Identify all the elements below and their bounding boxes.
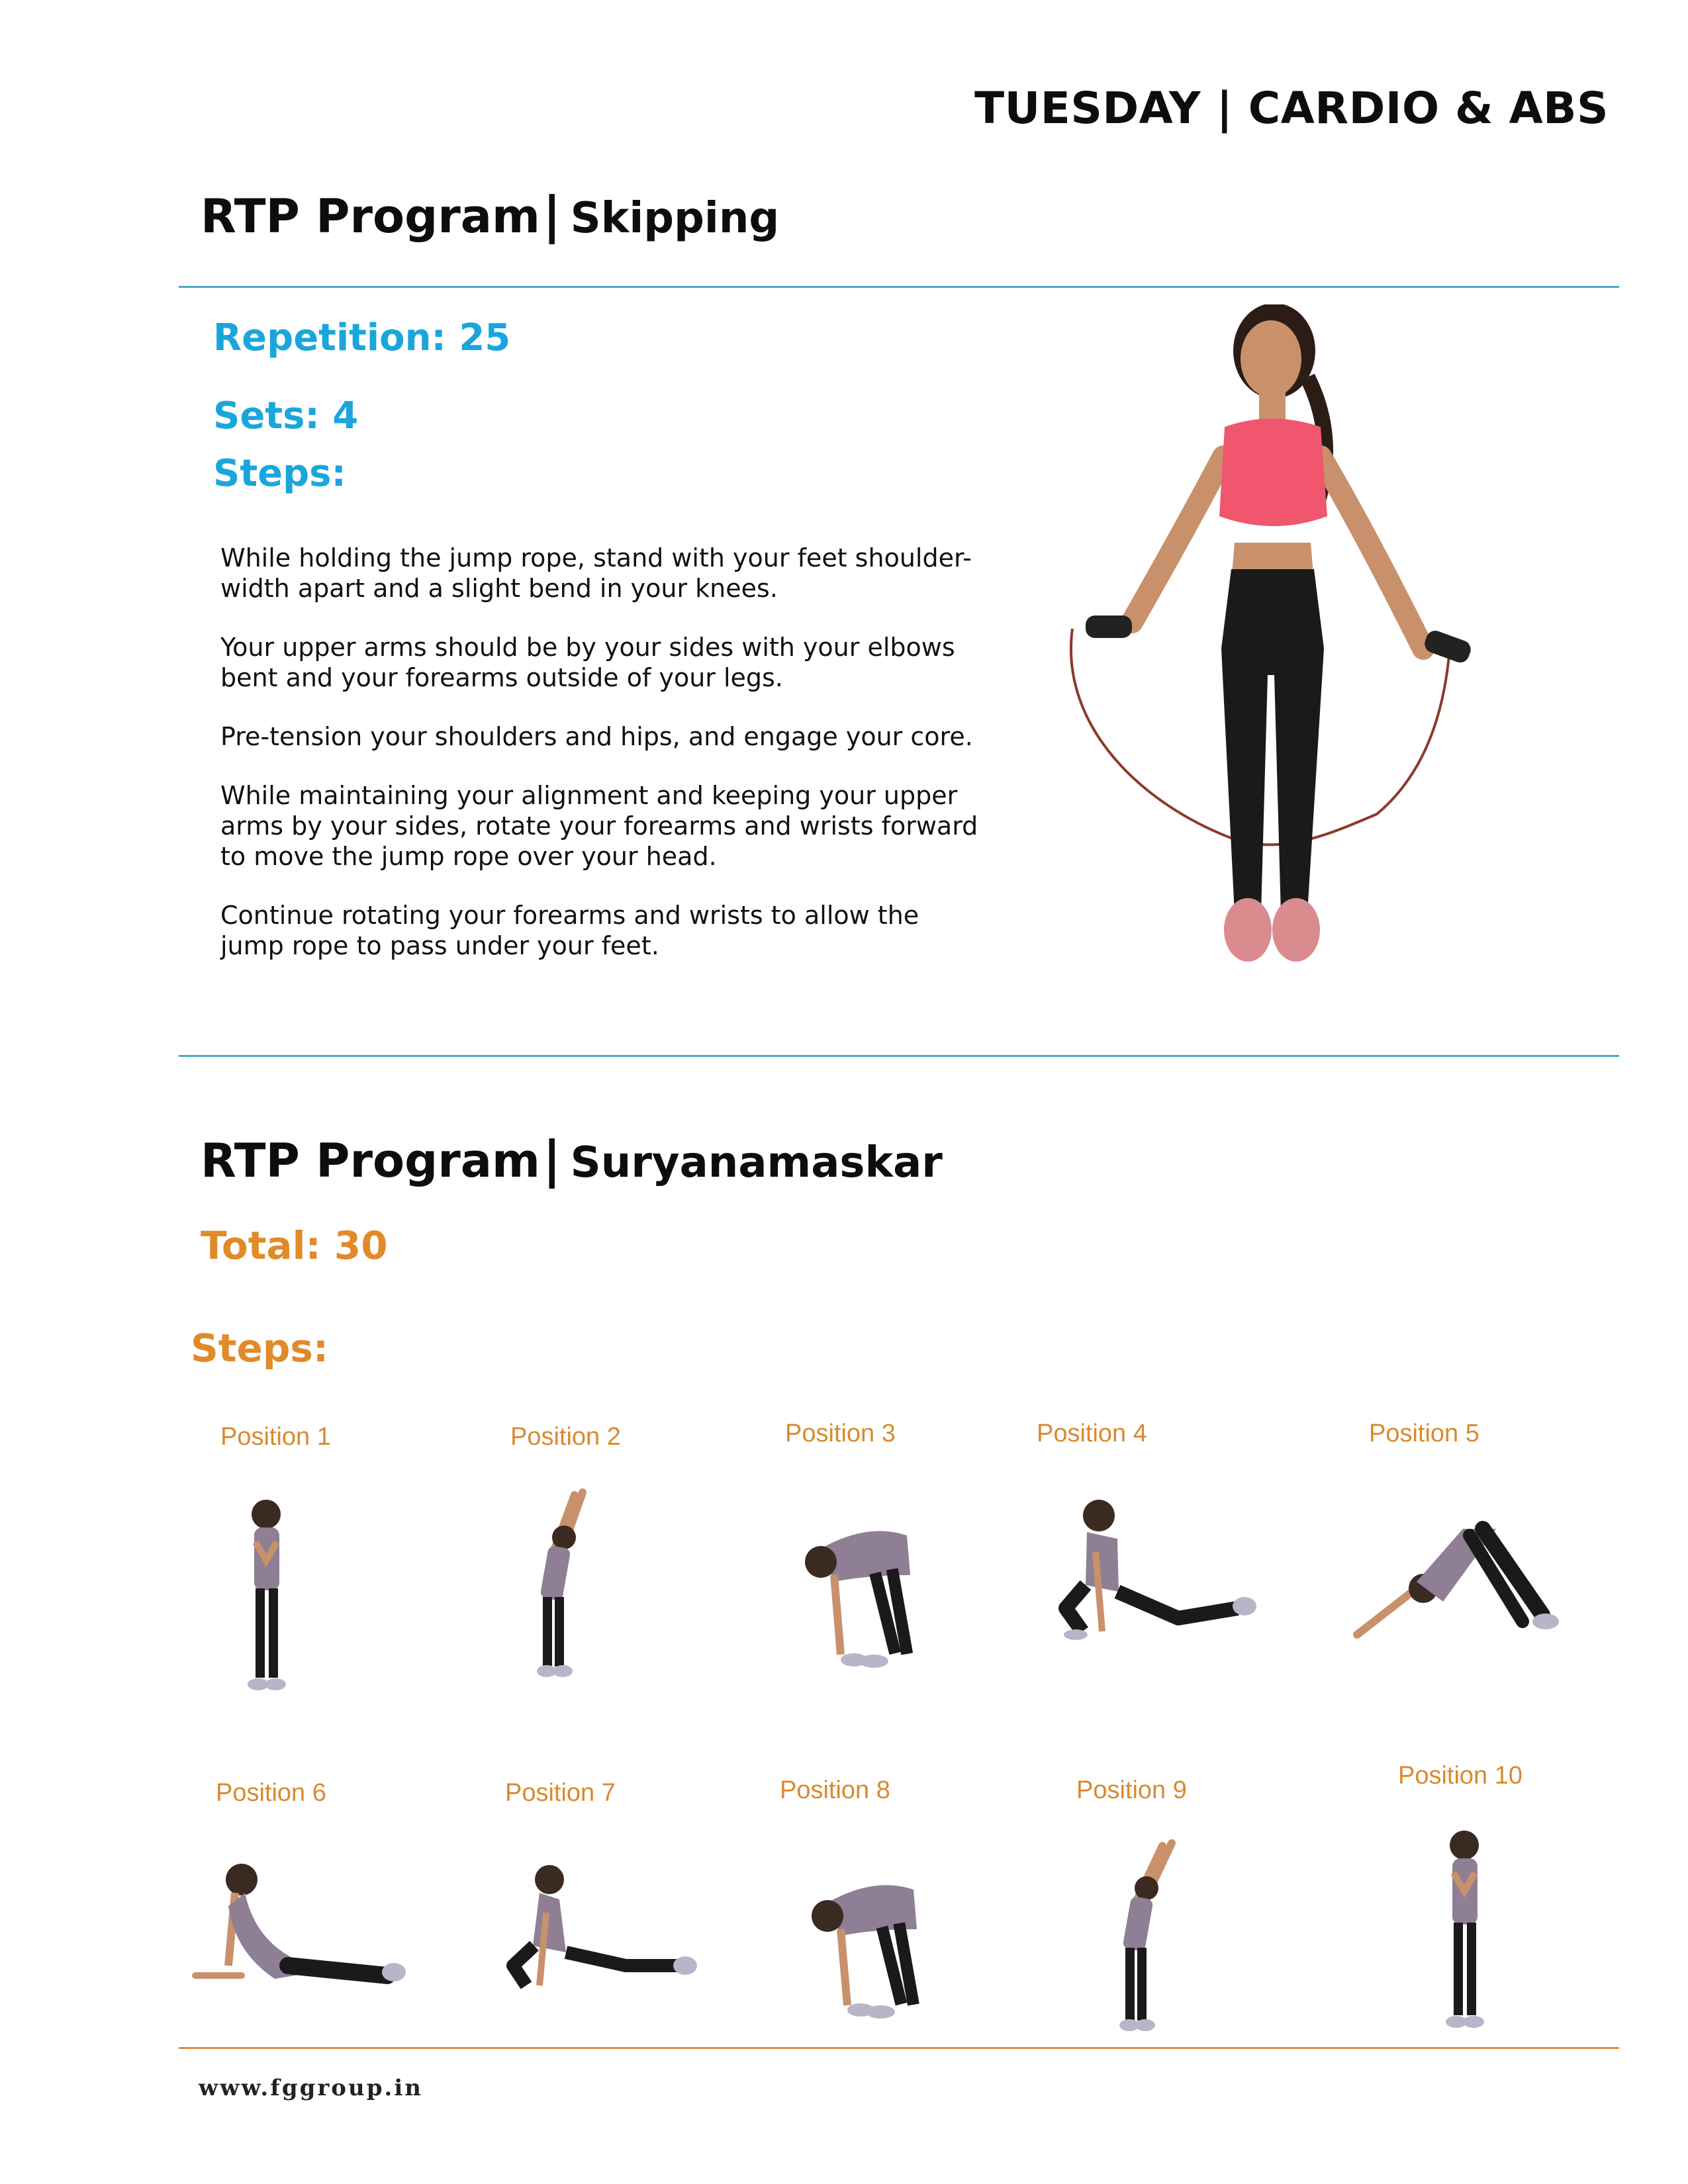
position-6-label: Position 6 (216, 1779, 326, 1807)
position-9-label: Position 9 (1076, 1776, 1187, 1804)
exercise-name: Suryanamaskar (570, 1138, 943, 1187)
steps-heading: Steps: (191, 1326, 329, 1371)
position-5-label: Position 5 (1369, 1420, 1479, 1447)
skipping-woman-image (1070, 304, 1471, 962)
exercise-name: Skipping (570, 194, 780, 243)
position-2-figure (537, 1488, 586, 1677)
position-2-label: Position 2 (510, 1423, 621, 1451)
program-label: RTP Program (201, 1134, 540, 1188)
footer-divider (179, 2047, 1619, 2049)
position-10-figure (1446, 1831, 1484, 2028)
step-text: While maintaining your alignment and kee… (220, 781, 978, 871)
position-7-label: Position 7 (505, 1779, 616, 1807)
program-label: RTP Program (201, 189, 540, 244)
position-10-label: Position 10 (1398, 1762, 1523, 1790)
position-6-figure (192, 1864, 406, 1984)
sets-label: Sets: 4 (213, 394, 359, 437)
position-1-figure (248, 1500, 286, 1690)
step-text: Your upper arms should be by your sides … (220, 633, 955, 692)
steps-heading: Steps: (213, 452, 346, 495)
repetition-label: Repetition: 25 (213, 316, 511, 359)
position-3-figure (805, 1531, 914, 1668)
title-separator: | (542, 185, 561, 244)
position-4-label: Position 4 (1037, 1420, 1147, 1447)
footer-url: www.fggroup.in (199, 2075, 423, 2101)
position-8-label: Position 8 (780, 1776, 890, 1804)
skipping-section-title: RTP Program| Skipping (201, 185, 779, 244)
step-text: Pre-tension your shoulders and hips, and… (220, 722, 973, 751)
position-9-figure (1119, 1839, 1176, 2031)
position-5-figure (1353, 1521, 1559, 1639)
skipping-steps-list: While holding the jump rope, stand with … (220, 543, 982, 989)
position-7-figure (506, 1865, 697, 1989)
section-divider-middle (179, 1055, 1619, 1057)
position-8-figure (812, 1885, 919, 2019)
section-divider-top (179, 286, 1619, 288)
total-label: Total: 30 (201, 1223, 388, 1268)
position-1-label: Position 1 (220, 1423, 331, 1451)
position-4-figure (1058, 1500, 1256, 1640)
day-title: TUESDAY | CARDIO & ABS (974, 83, 1609, 134)
step-text: While holding the jump rope, stand with … (220, 543, 972, 603)
step-text: Continue rotating your forearms and wris… (220, 901, 919, 960)
title-separator: | (542, 1130, 561, 1189)
position-3-label: Position 3 (785, 1420, 896, 1447)
suryanamaskar-section-title: RTP Program| Suryanamaskar (201, 1130, 943, 1189)
